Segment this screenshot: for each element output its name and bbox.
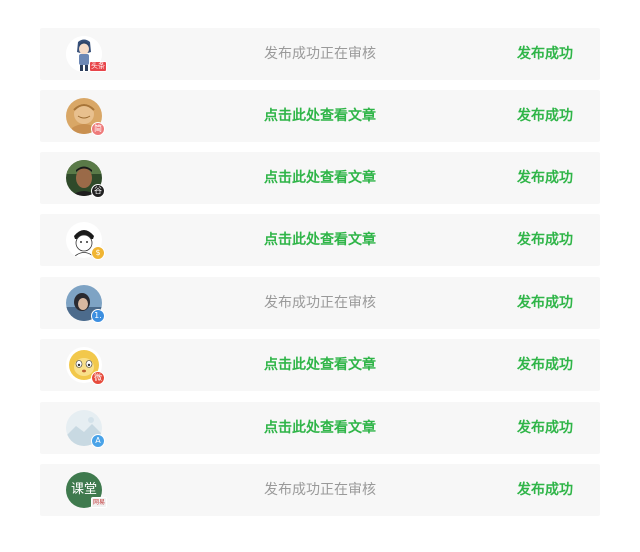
- platform-badge: 网易: [90, 497, 107, 508]
- publish-status: 发布成功: [517, 108, 573, 124]
- list-item: A 点击此处查看文章 发布成功: [40, 402, 600, 454]
- avatar[interactable]: A: [66, 410, 105, 448]
- list-item: 课堂 网易 发布成功正在审核 发布成功: [40, 464, 600, 516]
- view-article-link[interactable]: 点击此处查看文章: [220, 339, 420, 391]
- review-status-text: 发布成功正在审核: [264, 46, 376, 62]
- view-article-link[interactable]: 点击此处查看文章: [220, 90, 420, 142]
- platform-badge: 谷: [91, 184, 105, 198]
- platform-badge: 头条: [89, 61, 107, 72]
- list-item: 1. 发布成功正在审核 发布成功: [40, 277, 600, 329]
- view-article-link[interactable]: 点击此处查看文章: [220, 152, 420, 204]
- avatar[interactable]: $: [66, 222, 105, 260]
- list-item: 头条 发布成功正在审核 发布成功: [40, 28, 600, 80]
- publish-status: 发布成功: [517, 46, 573, 62]
- platform-badge: 微: [91, 371, 105, 385]
- publish-status: 发布成功: [517, 420, 573, 436]
- publish-status: 发布成功: [517, 482, 573, 498]
- list-item: 简 点击此处查看文章 发布成功: [40, 90, 600, 142]
- view-article-link[interactable]: 点击此处查看文章: [220, 402, 420, 454]
- avatar[interactable]: 课堂 网易: [66, 472, 107, 508]
- view-article-link[interactable]: 点击此处查看文章: [220, 214, 420, 266]
- platform-badge: 简: [91, 122, 105, 136]
- review-status-text: 发布成功正在审核: [264, 482, 376, 498]
- publish-status: 发布成功: [517, 295, 573, 311]
- publish-status: 发布成功: [517, 357, 573, 373]
- list-item: 微 点击此处查看文章 发布成功: [40, 339, 600, 391]
- publish-status: 发布成功: [517, 232, 573, 248]
- avatar[interactable]: 简: [66, 98, 105, 136]
- platform-badge: A: [91, 434, 105, 448]
- platform-badge: 1.: [91, 309, 105, 323]
- avatar[interactable]: 1.: [66, 285, 105, 323]
- avatar[interactable]: 头条: [66, 36, 107, 72]
- platform-badge: $: [91, 246, 105, 260]
- review-status-text: 发布成功正在审核: [264, 295, 376, 311]
- avatar[interactable]: 谷: [66, 160, 105, 198]
- publish-status-list: 头条 发布成功正在审核 发布成功 简 点击此处查看文章 发布成功 谷 点击此处查…: [0, 0, 640, 552]
- publish-status: 发布成功: [517, 170, 573, 186]
- list-item: $ 点击此处查看文章 发布成功: [40, 214, 600, 266]
- avatar[interactable]: 微: [66, 347, 105, 385]
- list-item: 谷 点击此处查看文章 发布成功: [40, 152, 600, 204]
